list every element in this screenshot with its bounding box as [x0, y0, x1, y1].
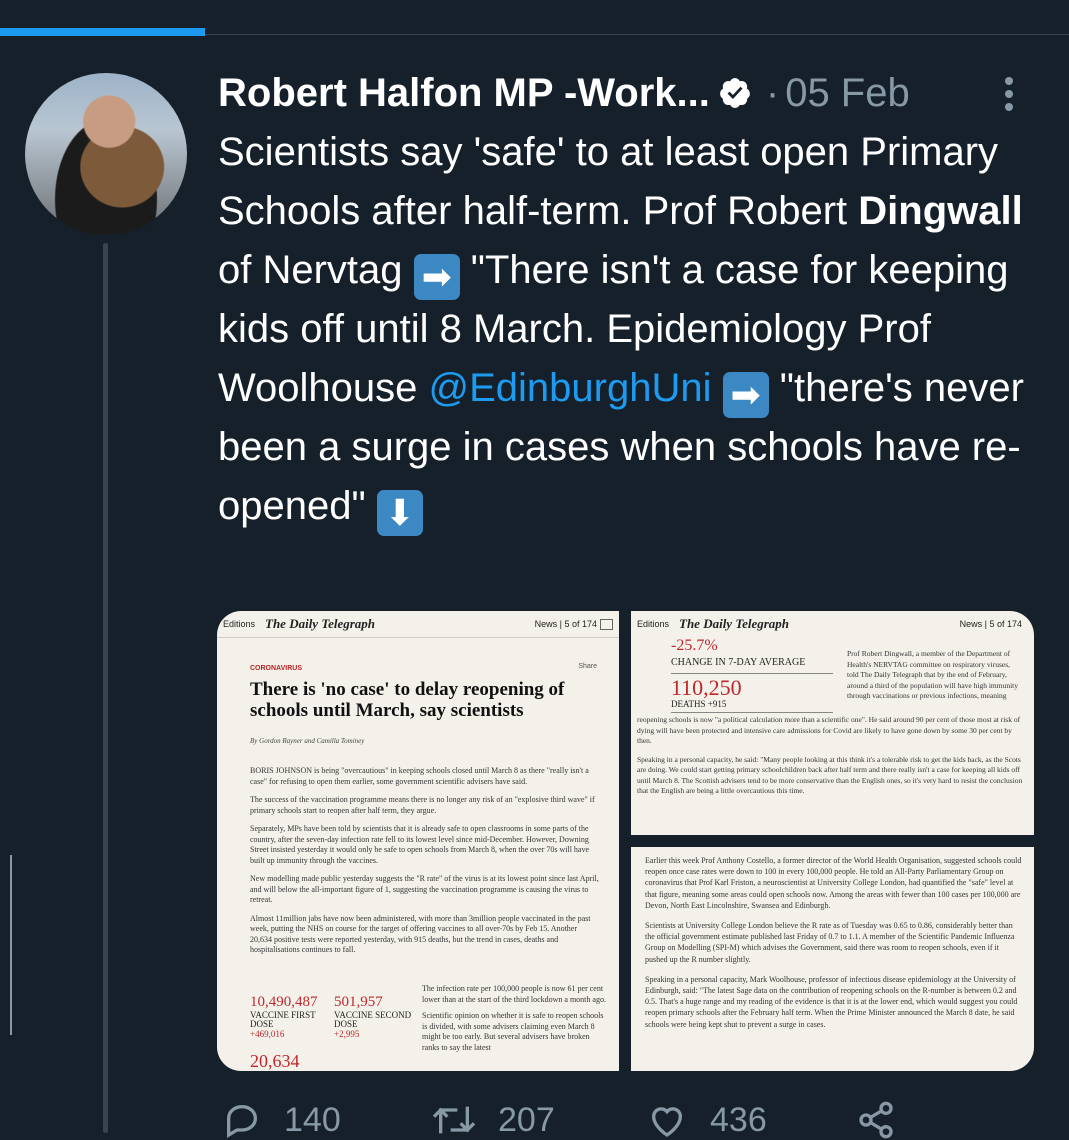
divider: [671, 712, 833, 713]
article-kicker: CORONAVIRUS: [250, 665, 302, 672]
paragraph: The infection rate per 100,000 people is…: [422, 984, 606, 1004]
tweet-text-part: of Nervtag: [218, 248, 414, 292]
paragraph: Almost 11million jabs have now been admi…: [250, 913, 591, 955]
tweet-header: Robert Halfon MP -Work... · 05 Feb: [218, 70, 910, 116]
reply-button[interactable]: 140: [222, 1100, 341, 1140]
paragraph: Earlier this week Prof Anthony Costello,…: [645, 856, 1022, 910]
stat-label: VACCINE FIRST DOSE: [250, 1010, 316, 1029]
paragraph: Separately, MPs have been told by scient…: [250, 824, 590, 865]
arrow-down-icon: ⬇: [376, 490, 423, 536]
share-label: Share: [578, 663, 597, 670]
retweet-icon: [432, 1106, 476, 1134]
tweet-actions: 140 207 436: [222, 1100, 1022, 1139]
article-body: reopening schools is now "a political ca…: [637, 715, 1023, 805]
heart-icon: [652, 1107, 682, 1137]
stat-second-dose: 501,957 VACCINE SECOND DOSE +2,995: [334, 994, 412, 1039]
author-name[interactable]: Robert Halfon MP -Work...: [218, 71, 710, 116]
stat-number: 110,250: [671, 675, 742, 700]
divider: [217, 637, 619, 638]
avatar[interactable]: [25, 73, 187, 235]
paragraph: reopening schools is now "a political ca…: [637, 715, 1021, 745]
media-image-2[interactable]: Editions The Daily Telegraph News | 5 of…: [631, 611, 1034, 835]
masthead: The Daily Telegraph: [265, 616, 376, 631]
newspaper-toolbar: Editions The Daily Telegraph News | 5 of…: [631, 611, 1034, 637]
editions-label: Editions: [637, 619, 670, 629]
reply-count: 140: [284, 1100, 341, 1139]
verified-badge-icon: [719, 78, 750, 108]
divider: [205, 34, 1069, 35]
book-icon: [600, 619, 613, 630]
page-indicator: News | 5 of 174: [534, 619, 597, 629]
newspaper-toolbar: Editions The Daily Telegraph News | 5 of…: [217, 611, 619, 637]
article-body: BORIS JOHNSON is being "overcautious" in…: [250, 766, 600, 964]
thread-line: [103, 243, 108, 1133]
reply-icon: [227, 1104, 258, 1138]
like-button[interactable]: 436: [646, 1100, 767, 1140]
media-gallery: Editions The Daily Telegraph News | 5 of…: [217, 611, 1034, 1071]
like-count: 436: [710, 1100, 767, 1139]
masthead: The Daily Telegraph: [679, 616, 790, 631]
paragraph: BORIS JOHNSON is being "overcautious" in…: [250, 766, 589, 786]
stat-change: +2,995: [334, 1029, 360, 1039]
paragraph: Speaking in a personal capacity, Mark Wo…: [645, 974, 1018, 1029]
stat-percent: -25.7%: [671, 637, 718, 654]
article-body: Earlier this week Prof Anthony Costello,…: [645, 855, 1023, 1039]
separator-dot: ·: [765, 70, 780, 115]
stat-cases-number: 20,634: [250, 1051, 300, 1071]
media-image-1[interactable]: Editions The Daily Telegraph News | 5 of…: [217, 611, 619, 1071]
stat-first-dose: 10,490,487 VACCINE FIRST DOSE +469,016: [250, 994, 328, 1039]
paragraph: Speaking in a personal capacity, he said…: [637, 754, 1023, 796]
article-byline: By Gordon Rayner and Camilla Tominey: [250, 737, 365, 745]
stat-label: VACCINE SECOND DOSE: [334, 1010, 412, 1029]
editions-label: Editions: [223, 619, 256, 629]
paragraph: Scientists at University College London …: [645, 921, 1015, 964]
paragraph: Scientific opinion on whether it is safe…: [422, 1011, 604, 1052]
stat-number: 10,490,487: [250, 994, 318, 1010]
tweet-text: Scientists say 'safe' to at least open P…: [218, 123, 1038, 536]
stat-number: 501,957: [334, 994, 383, 1010]
stat-change: +469,016: [250, 1029, 285, 1039]
share-button[interactable]: [854, 1100, 920, 1140]
paragraph: New modelling made public yesterday sugg…: [250, 874, 599, 904]
arrow-right-icon: ➡: [413, 254, 460, 300]
scroll-indicator: [10, 855, 12, 1035]
mention-link[interactable]: @EdinburghUni: [429, 366, 712, 410]
article-side-column: The infection rate per 100,000 people is…: [422, 984, 607, 1059]
retweet-button[interactable]: 207: [432, 1100, 555, 1140]
stat-label: CHANGE IN 7-DAY AVERAGE: [671, 657, 806, 668]
retweet-count: 207: [498, 1100, 555, 1139]
arrow-right-icon: ➡: [722, 372, 769, 418]
tweet-date[interactable]: 05 Feb: [785, 71, 910, 116]
article-side-column: Prof Robert Dingwall, a member of the De…: [847, 649, 1019, 700]
more-vertical-icon[interactable]: [999, 74, 1019, 114]
share-icon: [859, 1101, 893, 1139]
thread-progress-bar: [0, 28, 205, 36]
page-indicator: News | 5 of 174: [959, 619, 1022, 629]
stat-label: DEATHS +915: [671, 699, 727, 709]
divider: [671, 673, 833, 674]
tweet-text-bold: Dingwall: [858, 189, 1023, 233]
article-headline: There is 'no case' to delay reopening of…: [250, 679, 565, 721]
paragraph: The success of the vaccination programme…: [250, 795, 595, 815]
media-image-3[interactable]: Earlier this week Prof Anthony Costello,…: [631, 847, 1034, 1071]
